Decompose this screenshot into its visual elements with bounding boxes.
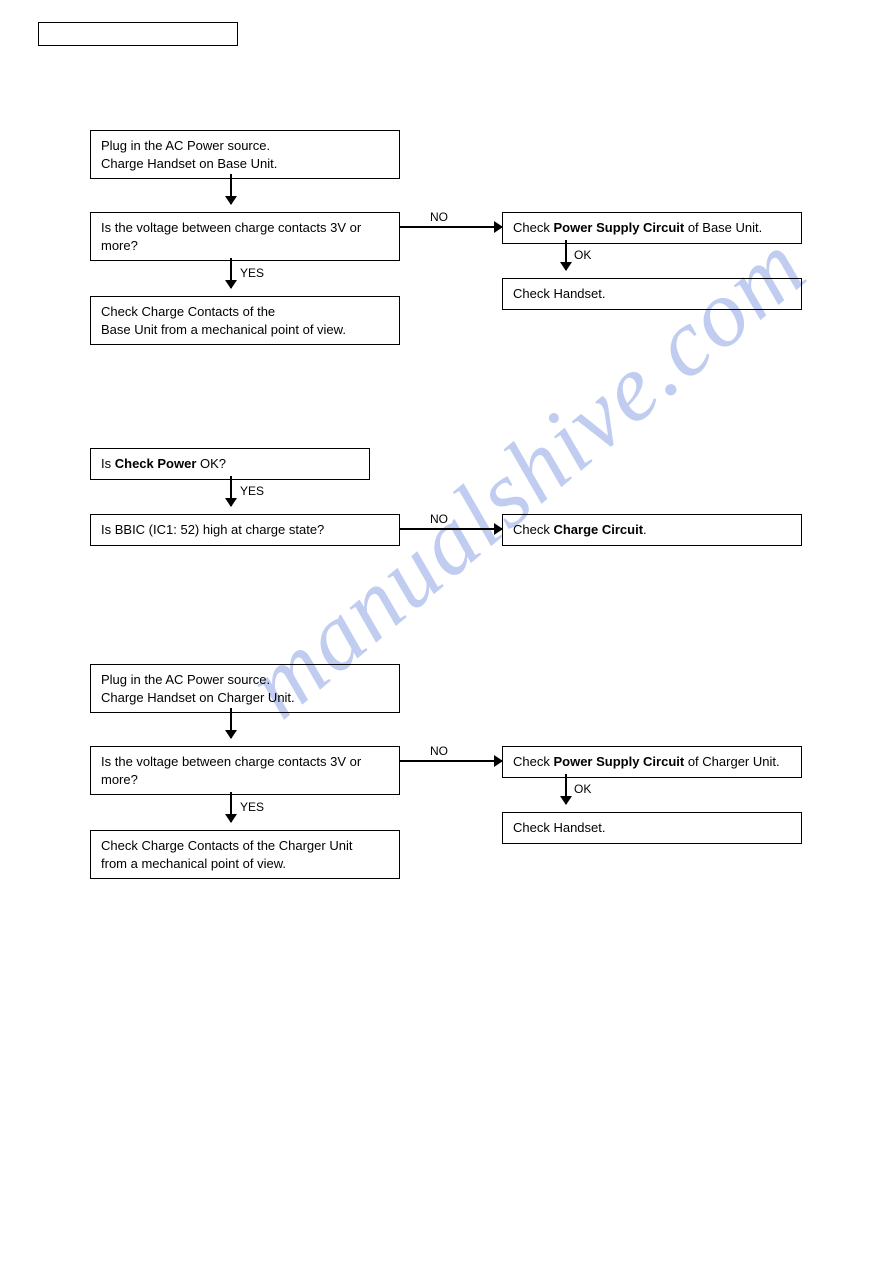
- text: of Base Unit.: [684, 220, 762, 235]
- text: Check Charge Contacts of the: [101, 304, 275, 319]
- arrow: [230, 476, 232, 506]
- text: Charge Handset on Base Unit.: [101, 156, 277, 171]
- s1-result-no: Check Power Supply Circuit of Base Unit.: [502, 212, 802, 244]
- arrow: [230, 174, 232, 204]
- header-empty-box: [38, 22, 238, 46]
- text: Is the voltage between charge contacts 3…: [101, 220, 361, 235]
- arrow: [400, 760, 502, 762]
- text: Check: [513, 522, 553, 537]
- s1-result-no2: Check Handset.: [502, 278, 802, 310]
- text: more?: [101, 238, 138, 253]
- text: Plug in the AC Power source.: [101, 138, 270, 153]
- s2-q1: Is Check Power OK?: [90, 448, 370, 480]
- text: Is BBIC (IC1: 52) high at charge state?: [101, 522, 324, 537]
- text-bold: Power Supply Circuit: [553, 754, 684, 769]
- arrow: [565, 774, 567, 804]
- text: from a mechanical point of view.: [101, 856, 286, 871]
- arrow: [400, 226, 502, 228]
- s3-result-no: Check Power Supply Circuit of Charger Un…: [502, 746, 802, 778]
- label-yes: YES: [240, 800, 264, 814]
- label-no: NO: [430, 512, 448, 526]
- s3-result-no2: Check Handset.: [502, 812, 802, 844]
- text: Plug in the AC Power source.: [101, 672, 270, 687]
- text: Check: [513, 754, 553, 769]
- text-bold: Check Power: [115, 456, 197, 471]
- text: Is the voltage between charge contacts 3…: [101, 754, 361, 769]
- text: Check Handset.: [513, 286, 606, 301]
- text-bold: Charge Circuit: [553, 522, 643, 537]
- text: Is: [101, 456, 115, 471]
- label-no: NO: [430, 210, 448, 224]
- arrow: [400, 528, 502, 530]
- text: OK?: [196, 456, 226, 471]
- s1-result-yes: Check Charge Contacts of the Base Unit f…: [90, 296, 400, 345]
- s1-q1: Is the voltage between charge contacts 3…: [90, 212, 400, 261]
- text: .: [643, 522, 647, 537]
- label-no: NO: [430, 744, 448, 758]
- label-yes: YES: [240, 484, 264, 498]
- arrow: [230, 708, 232, 738]
- text: more?: [101, 772, 138, 787]
- text: Check Charge Contacts of the Charger Uni…: [101, 838, 352, 853]
- label-ok: OK: [574, 248, 591, 262]
- label-yes: YES: [240, 266, 264, 280]
- text: of Charger Unit.: [684, 754, 779, 769]
- text: Charge Handset on Charger Unit.: [101, 690, 295, 705]
- label-ok: OK: [574, 782, 591, 796]
- text: Check: [513, 220, 553, 235]
- arrow: [230, 792, 232, 822]
- arrow: [565, 240, 567, 270]
- s3-step1: Plug in the AC Power source. Charge Hand…: [90, 664, 400, 713]
- text: Base Unit from a mechanical point of vie…: [101, 322, 346, 337]
- text: Check Handset.: [513, 820, 606, 835]
- s2-q2: Is BBIC (IC1: 52) high at charge state?: [90, 514, 400, 546]
- text-bold: Power Supply Circuit: [553, 220, 684, 235]
- s3-result-yes: Check Charge Contacts of the Charger Uni…: [90, 830, 400, 879]
- s3-q1: Is the voltage between charge contacts 3…: [90, 746, 400, 795]
- arrow: [230, 258, 232, 288]
- s2-result-no: Check Charge Circuit.: [502, 514, 802, 546]
- s1-step1: Plug in the AC Power source. Charge Hand…: [90, 130, 400, 179]
